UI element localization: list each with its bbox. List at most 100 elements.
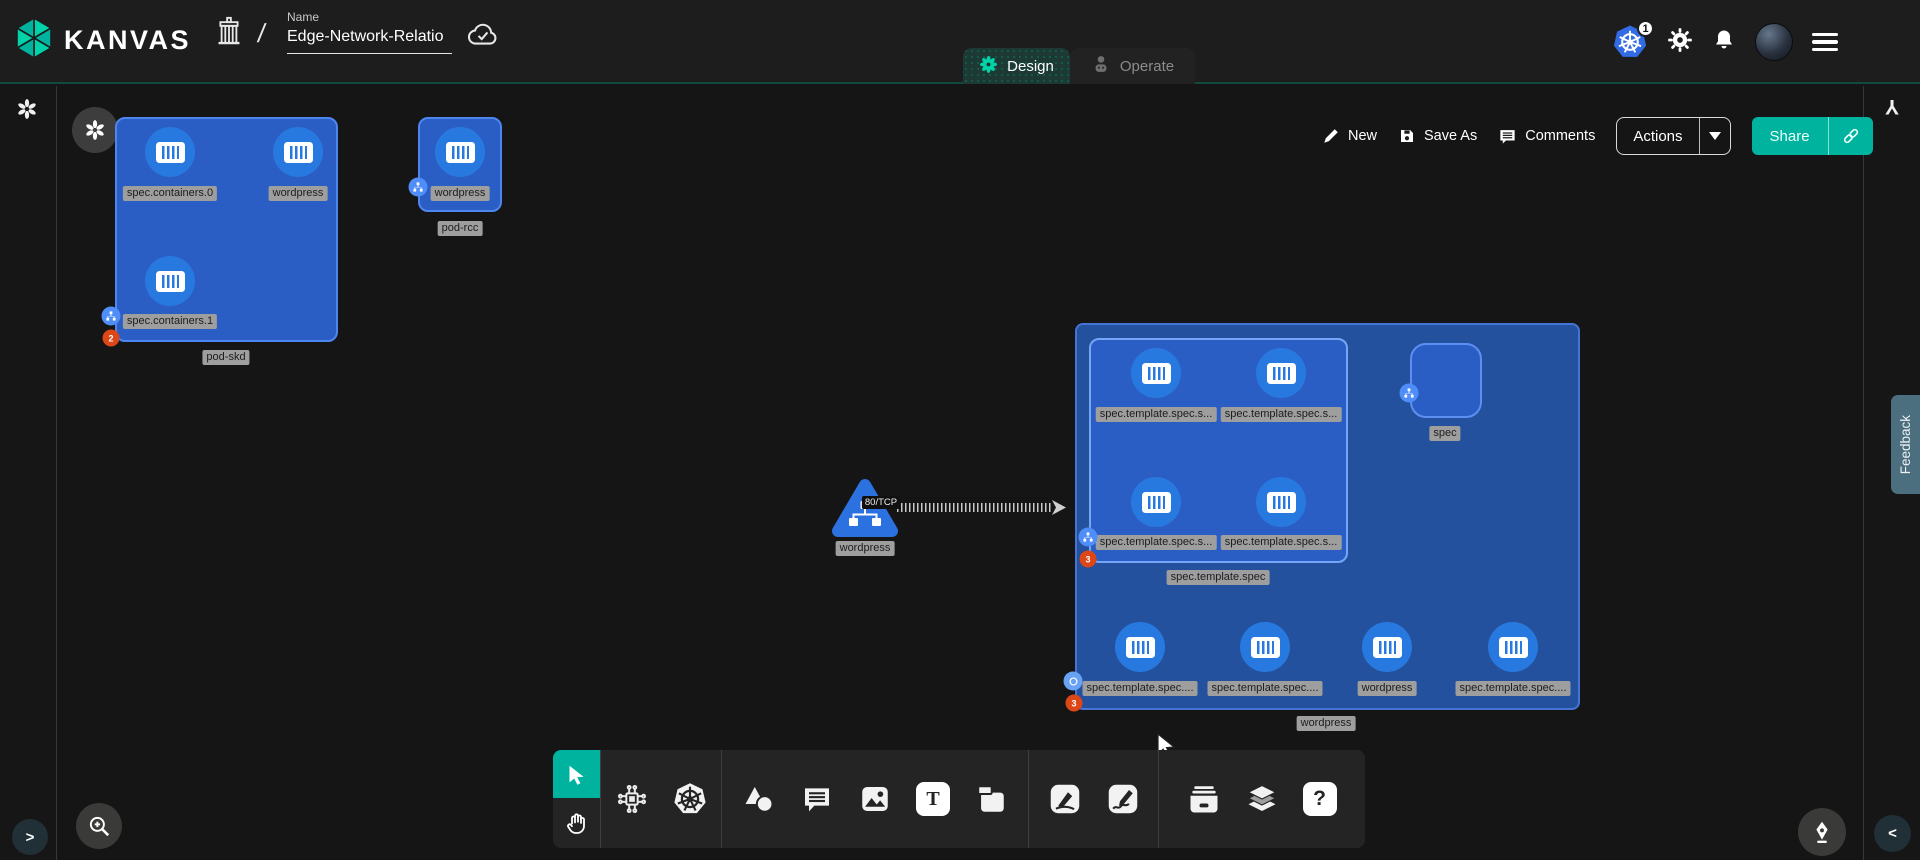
container-node[interactable] (273, 127, 323, 177)
container-node[interactable] (1488, 622, 1538, 672)
comments-button[interactable]: Comments (1498, 127, 1595, 146)
pan-tool-button[interactable] (553, 798, 600, 848)
pencil-scribble-icon (1105, 781, 1141, 817)
design-name-input[interactable]: Edge-Network-Relatio (287, 28, 452, 54)
node-label: spec.template.spec.s... (1096, 407, 1217, 422)
spec-node[interactable] (1410, 343, 1482, 418)
container-node[interactable] (1131, 477, 1181, 527)
error-count-badge[interactable]: 2 (103, 330, 120, 347)
container-icon (1251, 637, 1280, 658)
edge-port-label: 80/TCP (862, 496, 900, 509)
helm-wheel-icon (672, 781, 708, 817)
toolbar-section-misc: ? (1159, 750, 1364, 848)
service-node[interactable] (830, 477, 900, 544)
feedback-tab[interactable]: Feedback (1891, 395, 1920, 494)
node-label: spec.template.spec.... (1456, 681, 1571, 696)
deployment-kind-badge[interactable] (1064, 672, 1083, 691)
container-icon (156, 142, 185, 163)
pod-kind-badge[interactable] (102, 307, 121, 326)
container-node[interactable] (1256, 477, 1306, 527)
top-bar: KANVAS / Name Edge-Network-Relatio (0, 0, 1920, 84)
group-handle-button[interactable] (72, 107, 118, 153)
user-avatar[interactable] (1755, 23, 1793, 61)
drawer-tool-button[interactable] (1185, 780, 1223, 818)
actions-dropdown-button[interactable]: Actions (1616, 117, 1730, 155)
node-label: wordpress (836, 541, 895, 556)
notifications-bell-icon[interactable] (1712, 28, 1736, 57)
node-label: wordpress (1358, 681, 1417, 696)
pod-kind-badge[interactable] (1079, 528, 1098, 547)
tab-design[interactable]: Design (963, 48, 1070, 84)
container-node[interactable] (1240, 622, 1290, 672)
node-label: spec.template.spec.s... (1096, 535, 1217, 550)
line-draw-tool-button[interactable] (1046, 780, 1084, 818)
text-tool-button[interactable]: T (914, 780, 952, 818)
container-node[interactable] (1362, 622, 1412, 672)
container-node[interactable] (1131, 348, 1181, 398)
node-label: wordpress (431, 186, 490, 201)
container-node[interactable] (145, 256, 195, 306)
tab-operate[interactable]: Operate (1070, 48, 1195, 84)
collapse-right-panel-button[interactable]: < (1874, 815, 1911, 852)
select-tool-button[interactable] (553, 750, 600, 798)
design-spinner-icon[interactable] (16, 98, 38, 125)
comments-icon (1498, 127, 1517, 146)
design-name-field[interactable]: Name Edge-Network-Relatio (287, 10, 452, 54)
container-icon (1373, 637, 1402, 658)
container-node[interactable] (435, 127, 485, 177)
container-node[interactable] (1256, 348, 1306, 398)
pod-kind-badge[interactable] (409, 178, 428, 197)
container-icon (156, 271, 185, 292)
group-label: spec.template.spec (1167, 570, 1270, 585)
node-label: wordpress (269, 186, 328, 201)
node-label: spec.template.spec.s... (1221, 535, 1342, 550)
edge-arrowhead-icon (1051, 500, 1067, 515)
container-icon (284, 142, 313, 163)
frame-tool-button[interactable] (972, 780, 1010, 818)
help-glyph: ? (1303, 782, 1337, 816)
share-label: Share (1752, 117, 1828, 155)
service-edge[interactable] (897, 503, 1053, 512)
design-flower-icon (979, 55, 998, 78)
template-spec-group[interactable] (1089, 338, 1348, 563)
zoom-search-button[interactable] (76, 803, 122, 849)
validator-icon[interactable]: Y (1885, 94, 1899, 118)
settings-gear-icon[interactable] (1667, 27, 1693, 58)
expand-left-panel-button[interactable]: > (12, 819, 48, 855)
help-tool-button[interactable]: ? (1301, 780, 1339, 818)
pen-mode-button[interactable] (1798, 808, 1846, 856)
container-node[interactable] (145, 127, 195, 177)
shapes-tool-button[interactable] (740, 780, 778, 818)
save-as-button[interactable]: Save As (1398, 127, 1477, 145)
layers-tool-button[interactable] (1243, 780, 1281, 818)
error-count-badge[interactable]: 3 (1080, 551, 1097, 568)
organization-icon[interactable] (214, 16, 244, 53)
collapse-right-glyph: < (1888, 825, 1897, 842)
pod-kind-badge[interactable] (1400, 384, 1419, 403)
new-button[interactable]: New (1322, 127, 1377, 145)
kubernetes-tool-button[interactable] (671, 780, 709, 818)
node-label: spec (1429, 426, 1460, 441)
kubernetes-context-button[interactable]: 1 (1612, 24, 1648, 60)
image-tool-button[interactable] (856, 780, 894, 818)
kanvas-logo[interactable]: KANVAS (14, 16, 191, 65)
header-right-controls: 1 (1612, 0, 1838, 84)
share-button[interactable]: Share (1752, 117, 1873, 155)
toolbar-section-components (601, 750, 721, 848)
copy-link-icon[interactable] (1829, 117, 1873, 155)
hand-icon (565, 811, 589, 835)
pen-draw-icon (1047, 781, 1083, 817)
comment-tool-button[interactable] (798, 780, 836, 818)
container-node[interactable] (1115, 622, 1165, 672)
group-label: wordpress (1297, 716, 1356, 731)
container-icon (1267, 492, 1296, 513)
shapes-icon (742, 782, 776, 816)
comments-label: Comments (1525, 128, 1595, 144)
error-count-badge[interactable]: 3 (1066, 695, 1083, 712)
chevron-down-icon[interactable] (1700, 118, 1730, 154)
integrations-tool-button[interactable] (613, 780, 651, 818)
hamburger-menu-icon[interactable] (1812, 33, 1838, 51)
container-icon (1499, 637, 1528, 658)
node-label: spec.template.spec.s... (1221, 407, 1342, 422)
freehand-draw-tool-button[interactable] (1104, 780, 1142, 818)
